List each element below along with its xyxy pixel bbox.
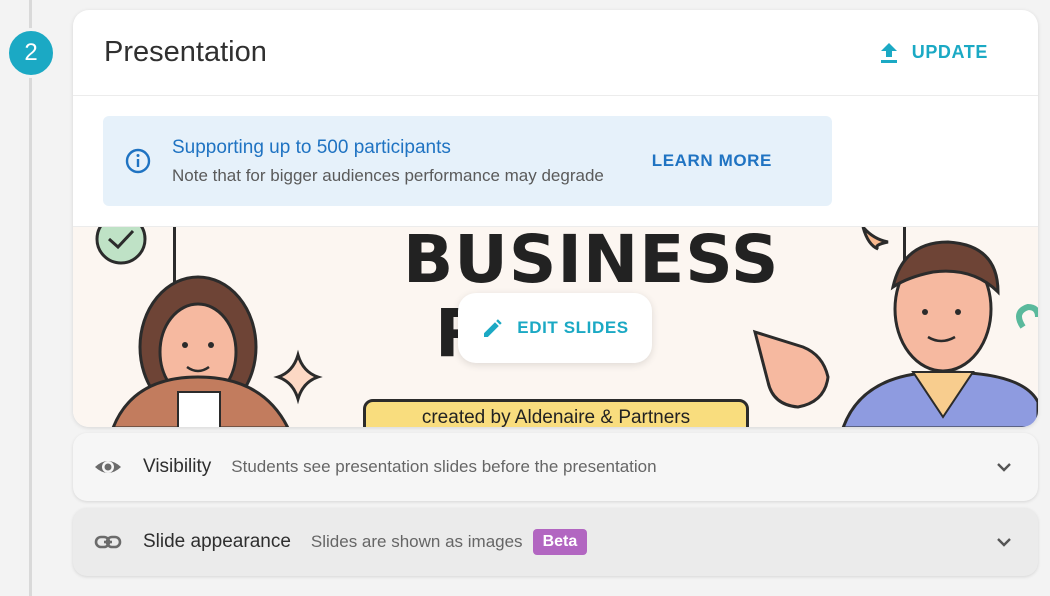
visibility-label: Visibility: [143, 456, 212, 477]
update-button[interactable]: UPDATE: [878, 41, 988, 65]
participants-info-banner: Supporting up to 500 participants Note t…: [103, 116, 832, 206]
learn-more-link[interactable]: LEARN MORE: [652, 151, 772, 171]
slide-appearance-label: Slide appearance: [143, 531, 291, 552]
chevron-down-icon[interactable]: [992, 530, 1016, 554]
slide-appearance-setting-row[interactable]: Slide appearance Slides are shown as ima…: [73, 508, 1038, 576]
info-icon: [125, 148, 151, 174]
step-rail: [29, 0, 32, 596]
edit-slides-label: EDIT SLIDES: [517, 318, 629, 337]
eye-icon: [95, 461, 121, 473]
link-icon: [94, 535, 122, 549]
page: 2 Presentation UPDATE Supporting up to 5…: [0, 0, 1050, 596]
step-number-badge: 2: [6, 28, 56, 78]
beta-badge: Beta: [532, 529, 588, 555]
update-label: UPDATE: [911, 42, 988, 62]
presentation-card: Presentation UPDATE Supporting up to 500…: [73, 10, 1038, 427]
visibility-setting-row[interactable]: Visibility Students see presentation sli…: [73, 433, 1038, 501]
pencil-icon: [484, 319, 502, 337]
card-title: Presentation: [104, 36, 267, 68]
slide-title-line1: BUSINESS: [403, 226, 780, 298]
slide-appearance-description: Slides are shown as images: [310, 532, 523, 551]
info-subtitle: Note that for bigger audiences performan…: [172, 165, 604, 185]
upload-icon: [880, 42, 897, 63]
info-text: Supporting up to 500 participants Note t…: [172, 137, 652, 186]
info-title: Supporting up to 500 participants: [172, 136, 451, 158]
slide-banner: created by Aldenaire & Partners: [363, 399, 749, 427]
visibility-description: Students see presentation slides before …: [231, 457, 657, 476]
card-header: Presentation UPDATE: [73, 10, 1038, 96]
edit-slides-button[interactable]: EDIT SLIDES: [458, 293, 652, 363]
chevron-down-icon[interactable]: [992, 455, 1016, 479]
slide-preview[interactable]: BUSINESS R T created by Aldenaire & Part…: [73, 226, 1038, 427]
